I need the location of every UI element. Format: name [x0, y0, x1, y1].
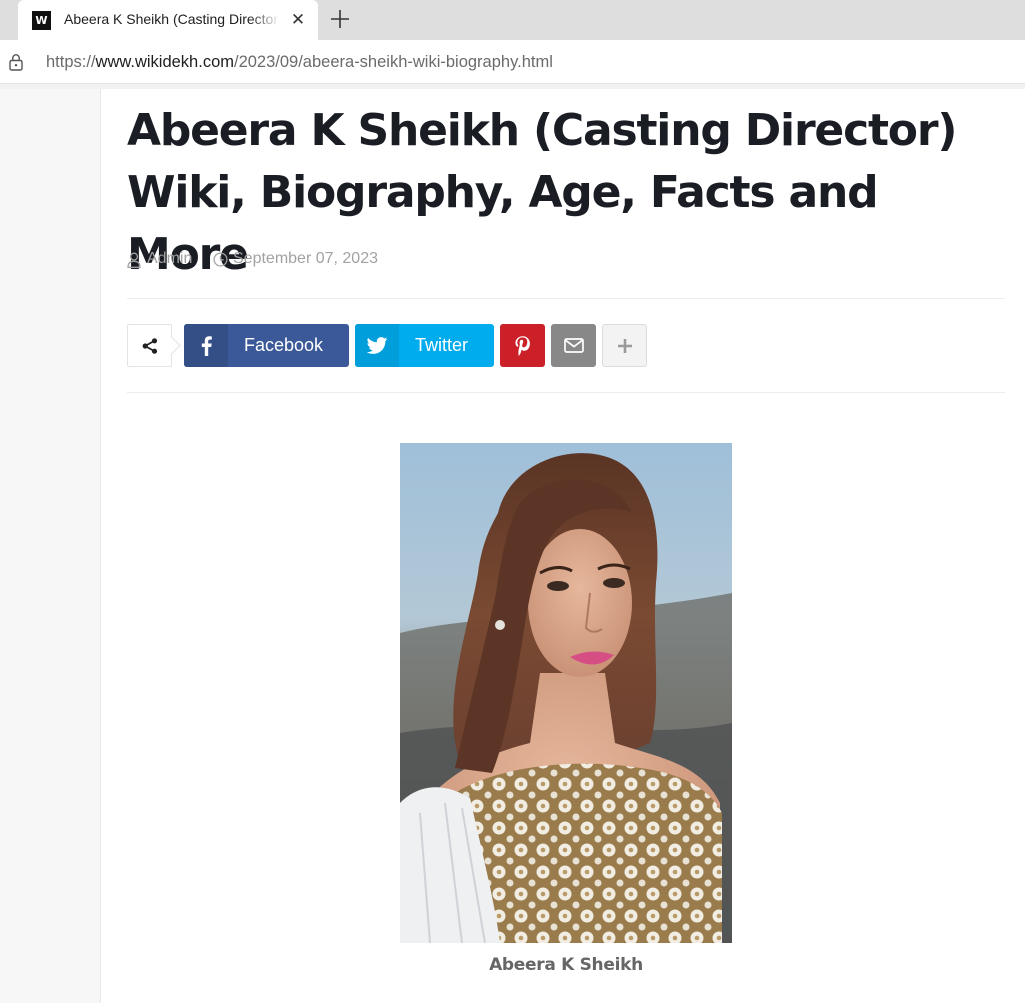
facebook-icon — [184, 324, 228, 367]
new-tab-icon[interactable] — [327, 6, 353, 32]
pinterest-icon — [500, 324, 545, 367]
twitter-icon — [355, 324, 399, 367]
share-toggle-button[interactable] — [127, 324, 172, 367]
address-bar[interactable]: https://www.wikidekh.com/2023/09/abeera-… — [0, 40, 1025, 84]
twitter-share-button[interactable]: Twitter — [355, 324, 494, 367]
share-divider — [127, 392, 1005, 393]
share-icon — [142, 338, 158, 354]
more-share-button[interactable] — [602, 324, 647, 367]
clock-icon — [213, 252, 228, 267]
photo-caption: Abeera K Sheikh — [489, 955, 643, 975]
twitter-label: Twitter — [415, 335, 469, 355]
close-tab-icon[interactable]: ✕ — [288, 10, 308, 30]
tab-bar: W Abeera K Sheikh (Casting Director) Wik… — [0, 0, 1025, 40]
tab-title: Abeera K Sheikh (Casting Director) Wiki,… — [64, 11, 280, 27]
facebook-share-button[interactable]: Facebook — [184, 324, 349, 367]
url-text[interactable]: https://www.wikidekh.com/2023/09/abeera-… — [46, 53, 553, 72]
url-host: www.wikidekh.com — [95, 53, 234, 71]
publish-date: September 07, 2023 — [233, 250, 378, 267]
chrome-divider — [0, 84, 1025, 89]
facebook-label: Facebook — [244, 335, 324, 355]
pinterest-share-button[interactable] — [500, 324, 545, 367]
plus-icon — [603, 325, 646, 366]
portrait-photo — [400, 443, 732, 943]
meta-divider — [127, 298, 1005, 299]
url-scheme: https:// — [46, 53, 96, 71]
site-favicon-icon: W — [32, 11, 51, 30]
lock-icon[interactable] — [8, 53, 24, 71]
email-share-button[interactable] — [551, 324, 596, 367]
author-name[interactable]: Admin — [147, 250, 192, 268]
email-icon — [551, 324, 596, 367]
browser-tab[interactable]: W Abeera K Sheikh (Casting Director) Wik… — [18, 0, 318, 40]
left-sidebar-gutter — [0, 89, 101, 1003]
url-path: /2023/09/abeera-sheikh-wiki-biography.ht… — [234, 53, 553, 71]
user-icon — [127, 252, 141, 268]
